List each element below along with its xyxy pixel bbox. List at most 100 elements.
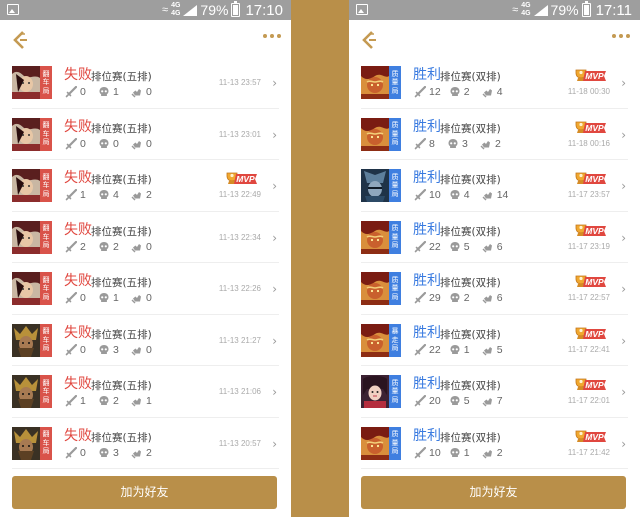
match-result: 胜利 — [413, 67, 441, 83]
hero-portrait — [361, 169, 389, 202]
svg-text:MVP: MVP — [585, 123, 604, 133]
battery-icon — [231, 1, 241, 17]
deaths-count: 4 — [113, 189, 119, 201]
assists-icon — [482, 395, 494, 407]
more-icon[interactable] — [263, 34, 281, 38]
match-time: 11-13 22:34 — [218, 232, 261, 242]
deaths-icon — [449, 447, 461, 459]
kills-count: 0 — [80, 137, 86, 150]
hero-portrait — [361, 272, 389, 305]
match-row[interactable]: 质量局胜利 排位赛(双排) 10 4 14 MVP 11-17 23:57 › — [361, 160, 628, 212]
match-row[interactable]: 翻车局失败 排位赛(五排) 0 0 0 11-13 23:01 › — [12, 109, 279, 160]
assists-count: 0 — [146, 137, 152, 150]
match-mode: 排位赛(双排) — [440, 225, 501, 238]
match-row[interactable]: 质量局胜利 排位赛(双排) 20 5 7 MVP 11-17 22:01 › — [361, 366, 628, 418]
kills-icon — [414, 292, 426, 304]
hero-avatar: 翻车局 — [12, 220, 52, 254]
match-row[interactable]: 质量局胜利 排位赛(双排) 29 2 6 MVP 11-17 22:57 › — [361, 263, 628, 315]
more-icon[interactable] — [612, 34, 630, 38]
match-row[interactable]: 翻车局失败 排位赛(五排) 1 2 1 11-13 21:06 › — [12, 366, 279, 418]
match-mode: 排位赛(双排) — [440, 431, 501, 444]
kills-icon — [414, 86, 426, 98]
match-result: 胜利 — [413, 427, 441, 444]
match-row[interactable]: 翻车局失败 排位赛(五排) 0 3 0 11-13 21:27 › — [12, 315, 279, 366]
kills-icon — [414, 137, 426, 150]
kills-count: 1 — [80, 189, 86, 201]
network-type: 4G 4G — [521, 2, 531, 17]
match-row[interactable]: 质量局胜利 排位赛(双排) 22 5 6 MVP 11-17 23:19 › — [361, 212, 628, 263]
match-time: 11-18 00:16 — [567, 138, 610, 148]
match-list: 质量局胜利 排位赛(双排) 12 2 4 MVP 11-18 00:30 › 质量局胜利 排位赛(… — [349, 57, 640, 469]
kills-count: 0 — [80, 292, 86, 304]
deaths-count: 2 — [113, 395, 119, 407]
deaths-icon — [98, 344, 110, 356]
assists-count: 2 — [495, 137, 501, 150]
add-friend-button[interactable]: 加为好友 — [361, 476, 626, 509]
match-row[interactable]: 质量局胜利 排位赛(双排) 8 3 2 MVP 11-18 00:16 › — [361, 109, 628, 160]
match-row[interactable]: 翻车局失败 排位赛(五排) 1 4 2 MVP 11-13 22:49 › — [12, 160, 279, 212]
chevron-right-icon: › — [621, 282, 626, 296]
match-mode: 排位赛(双排) — [440, 380, 501, 392]
hero-avatar: 质量局 — [361, 66, 401, 99]
match-mode: 排位赛(双排) — [440, 277, 501, 289]
chevron-right-icon: › — [272, 179, 277, 193]
assists-icon — [482, 292, 494, 304]
deaths-count: 1 — [463, 343, 470, 356]
assists-icon — [131, 292, 143, 304]
kills-count: 8 — [429, 137, 435, 150]
match-quality-tag: 翻车局 — [40, 426, 52, 460]
match-quality-tag: 翻车局 — [40, 272, 52, 305]
match-mode: 排位赛(五排) — [91, 122, 152, 135]
match-row[interactable]: 翻车局失败 排位赛(五排) 2 2 0 11-13 22:34 › — [12, 212, 279, 263]
match-row[interactable]: 质量局胜利 排位赛(双排) 12 2 4 MVP 11-18 00:30 › — [361, 57, 628, 109]
match-mode: 排位赛(五排) — [91, 431, 152, 444]
match-row[interactable]: 翻车局失败 排位赛(五排) 0 1 0 11-13 23:57 › — [12, 57, 279, 109]
svg-text:MVP: MVP — [585, 277, 604, 287]
match-row[interactable]: 暴走局胜利 排位赛(双排) 22 1 5 MVP 11-17 22:41 › — [361, 315, 628, 366]
photo-notification-icon — [356, 4, 368, 15]
match-time: 11-17 22:41 — [567, 344, 610, 354]
mvp-badge-icon: MVP — [572, 168, 608, 186]
hero-avatar: 质量局 — [361, 117, 401, 151]
kills-icon — [414, 446, 426, 459]
clock: 17:11 — [595, 1, 632, 19]
network-type: 4G 4G — [171, 2, 181, 17]
chevron-right-icon: › — [621, 333, 626, 348]
match-time: 11-17 21:42 — [567, 447, 610, 457]
wifi-icon: ≈ — [162, 3, 169, 16]
wifi-icon: ≈ — [512, 3, 519, 16]
match-result: 胜利 — [413, 221, 441, 238]
hero-portrait — [361, 66, 389, 99]
kills-count: 29 — [429, 292, 441, 304]
match-row[interactable]: 质量局胜利 排位赛(双排) 10 1 2 MVP 11-17 21:42 › — [361, 418, 628, 469]
assists-icon — [482, 189, 494, 201]
back-icon[interactable] — [12, 30, 28, 50]
chevron-right-icon: › — [621, 127, 626, 142]
assists-count: 0 — [146, 240, 152, 253]
match-mode: 排位赛(双排) — [440, 71, 501, 83]
kda-stats: 0 1 0 — [65, 86, 161, 98]
kills-icon — [65, 446, 77, 459]
add-friend-button[interactable]: 加为好友 — [12, 476, 277, 509]
hero-portrait — [361, 375, 389, 408]
hero-avatar: 暴走局 — [361, 323, 401, 357]
match-mode: 排位赛(双排) — [440, 328, 501, 341]
deaths-count: 5 — [463, 240, 470, 253]
kills-count: 22 — [429, 240, 441, 253]
match-result: 失败 — [64, 118, 92, 135]
hero-avatar: 翻车局 — [12, 169, 52, 202]
assists-count: 2 — [496, 446, 503, 459]
match-time: 11-13 23:57 — [218, 78, 261, 87]
nav-bar — [0, 20, 291, 62]
back-icon[interactable] — [361, 30, 377, 50]
match-row[interactable]: 翻车局失败 排位赛(五排) 0 3 2 11-13 20:57 › — [12, 418, 279, 469]
mvp-badge-icon: MVP — [572, 117, 608, 135]
hero-avatar: 质量局 — [361, 375, 401, 408]
match-time: 11-13 22:26 — [218, 284, 261, 293]
deaths-icon — [449, 86, 461, 98]
match-quality-tag: 翻车局 — [40, 117, 52, 151]
hero-avatar: 翻车局 — [12, 272, 52, 305]
nav-bar — [349, 20, 640, 62]
match-row[interactable]: 翻车局失败 排位赛(五排) 0 1 0 11-13 22:26 › — [12, 263, 279, 315]
kills-icon — [414, 240, 426, 253]
